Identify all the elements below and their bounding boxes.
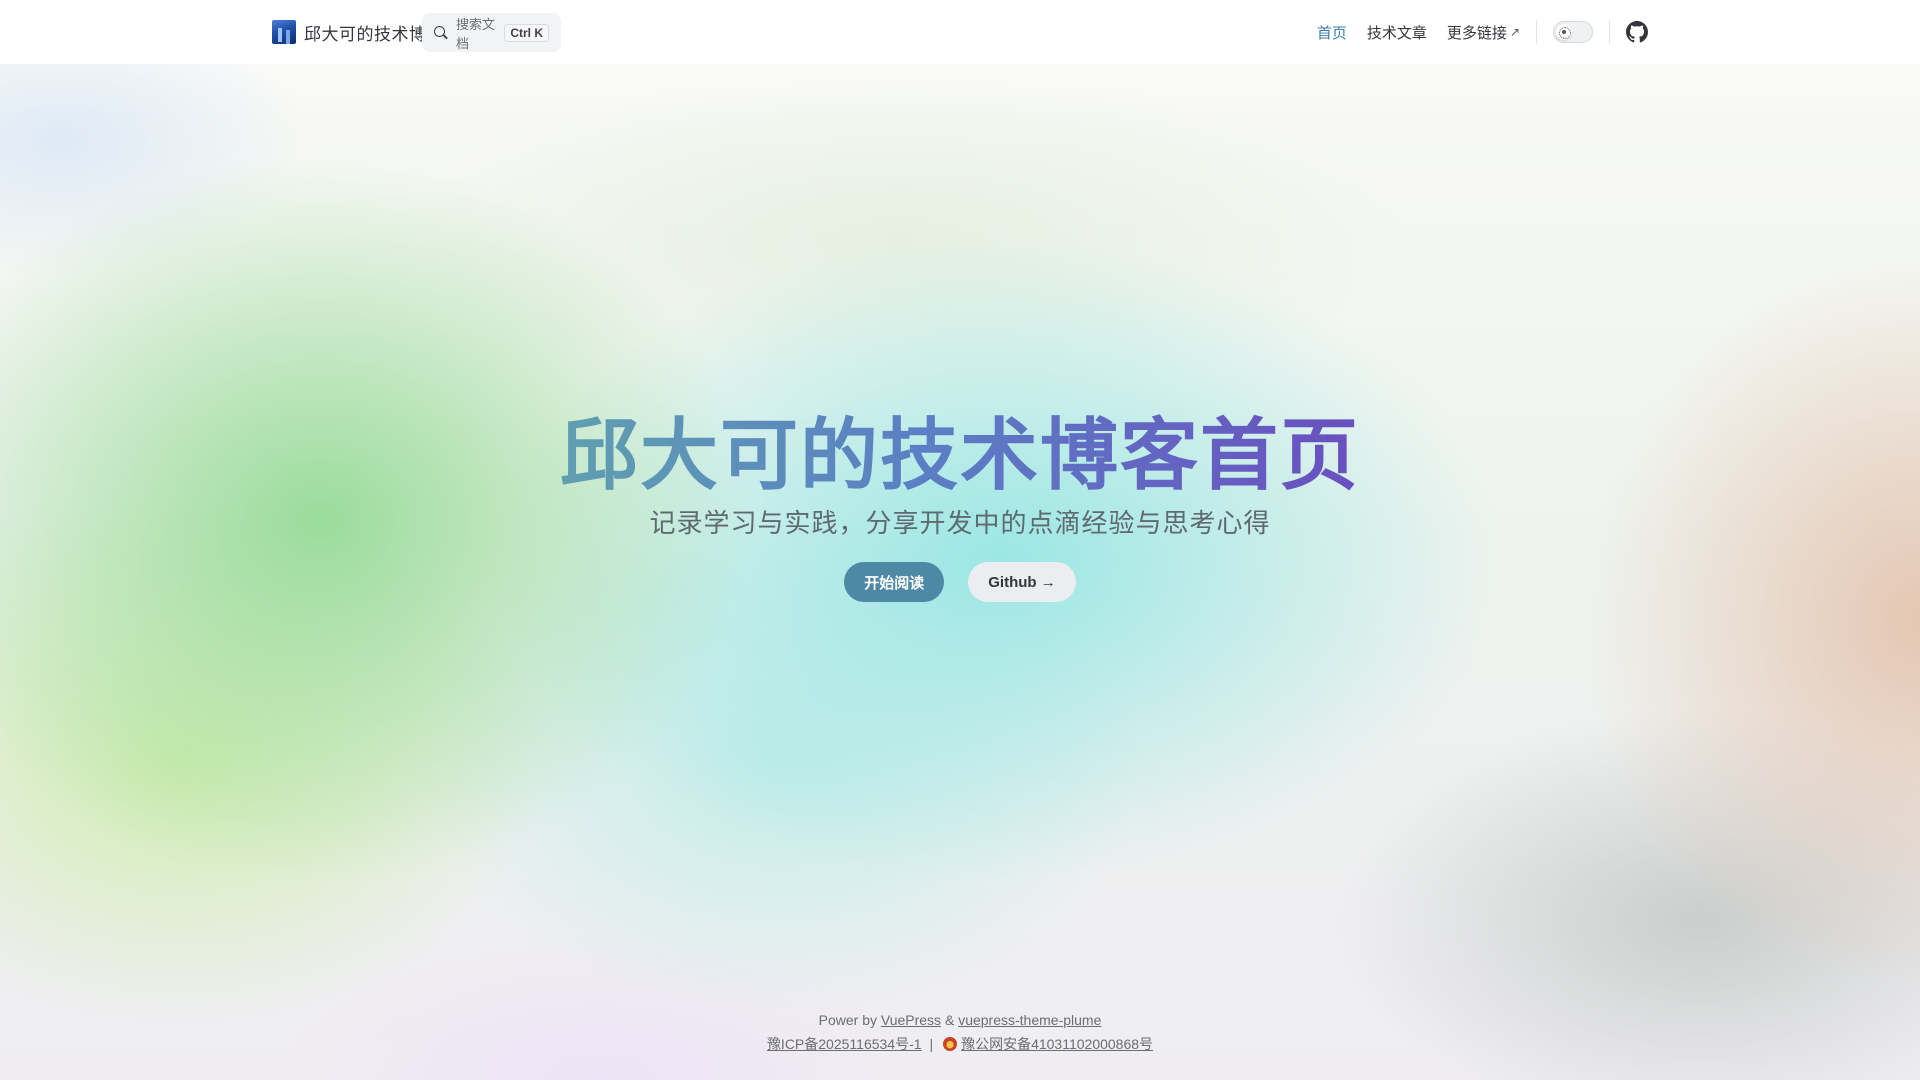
- nav-divider: [1536, 20, 1537, 44]
- sun-icon: [1559, 27, 1571, 39]
- icp-link[interactable]: 豫ICP备2025116534号-1: [767, 1036, 922, 1052]
- nav-link-articles-label: 技术文章: [1366, 24, 1427, 42]
- site-brand[interactable]: 邱大可的技术博客: [272, 20, 444, 44]
- footer-power-prefix: Power by: [818, 1012, 877, 1028]
- hero-title: 邱大可的技术博客首页: [559, 411, 1360, 499]
- nav-link-home[interactable]: 首页: [1317, 22, 1347, 43]
- footer-record-line: 豫ICP备2025116534号-1 | 豫公网安备41031102000868号: [0, 1032, 1920, 1056]
- police-record-link[interactable]: 豫公网安备41031102000868号: [961, 1036, 1153, 1052]
- nav-right: 首页 技术文章 更多链接 ↗: [1297, 0, 1648, 64]
- footer-power-line: Power by VuePress & vuepress-theme-plume: [0, 1008, 1920, 1032]
- police-badge-icon: [943, 1037, 958, 1051]
- search-shortcut: Ctrl K: [504, 23, 549, 42]
- start-reading-button[interactable]: 开始阅读: [844, 562, 945, 602]
- site-logo: [272, 20, 296, 44]
- nav-divider: [1609, 20, 1610, 44]
- nav-link-more-label: 更多链接: [1446, 24, 1507, 42]
- github-icon[interactable]: [1626, 21, 1648, 43]
- external-link-icon: ↗: [1509, 25, 1520, 39]
- nav-link-home-label: 首页: [1316, 24, 1347, 42]
- search-placeholder: 搜索文档: [456, 16, 496, 51]
- github-button[interactable]: Github →: [968, 562, 1076, 602]
- hero: 邱大可的技术博客首页 记录学习与实践，分享开发中的点滴经验与思考心得 开始阅读 …: [0, 412, 1920, 602]
- footer-pipe: |: [929, 1036, 934, 1052]
- theme-toggle[interactable]: [1553, 21, 1593, 43]
- theme-toggle-knob: [1556, 24, 1572, 40]
- footer-amp: &: [944, 1012, 955, 1028]
- hero-actions: 开始阅读 Github →: [0, 562, 1920, 602]
- navbar: 邱大可的技术博客 搜索文档 Ctrl K 首页 技术文章 更多链接 ↗: [0, 0, 1920, 64]
- nav-link-more[interactable]: 更多链接 ↗: [1447, 22, 1520, 43]
- vuepress-link[interactable]: VuePress: [881, 1012, 941, 1028]
- hero-subtitle: 记录学习与实践，分享开发中的点滴经验与思考心得: [649, 508, 1271, 538]
- nav-link-articles[interactable]: 技术文章: [1367, 22, 1427, 43]
- search-button[interactable]: 搜索文档 Ctrl K: [422, 13, 561, 52]
- theme-plume-link[interactable]: vuepress-theme-plume: [958, 1012, 1101, 1028]
- footer: Power by VuePress & vuepress-theme-plume…: [0, 1008, 1920, 1056]
- search-icon: [434, 25, 448, 40]
